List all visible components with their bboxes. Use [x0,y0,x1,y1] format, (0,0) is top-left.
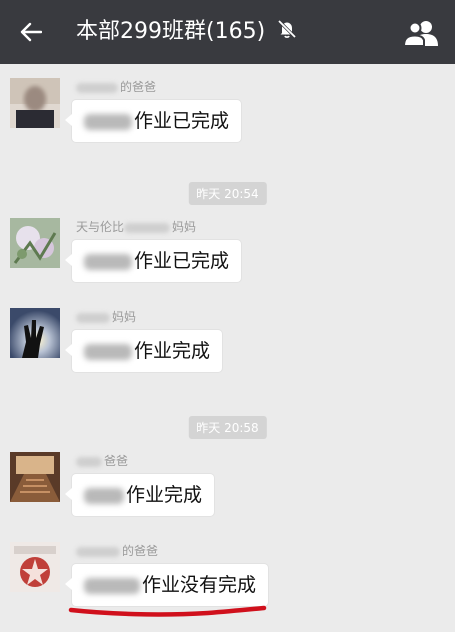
back-button[interactable] [16,14,46,50]
chat-message: 爸爸 作业完成 [10,452,440,542]
message-text: 作业完成 [134,340,211,362]
chat-message: 天与伦比 妈妈 作业已完成 [10,218,440,308]
message-bubble[interactable]: 作业已完成 [64,240,242,282]
sender-name: 天与伦比 妈妈 [76,218,196,236]
sender-name-suffix: 的爸爸 [122,544,159,558]
sender-name-suffix: 妈妈 [112,310,137,324]
group-members-icon [403,21,438,46]
muted-bell-icon [278,19,297,39]
message-bubble[interactable]: 作业已完成 [64,100,242,142]
avatar[interactable] [10,308,60,358]
message-bubble[interactable]: 作业完成 [64,474,215,516]
sender-name-suffix: 爸爸 [104,454,129,468]
sender-name: 妈妈 [76,308,136,326]
chat-message: 的爸爸 作业已完成 [10,78,440,168]
timestamp: 昨天 20:58 [188,416,267,439]
message-text: 作业没有完成 [142,574,257,596]
red-underline-annotation [68,605,267,617]
sender-name-prefix: 天与伦比 [76,220,125,234]
chat-message: 妈妈 作业完成 [10,308,440,398]
group-members-button[interactable] [401,16,441,50]
sender-name-suffix: 的爸爸 [120,80,157,94]
sender-name: 爸爸 [76,452,128,470]
sender-name-suffix: 妈妈 [172,220,197,234]
chat-area[interactable]: 的爸爸 作业已完成 昨天 20:54 天与伦比 妈妈 作业已完成 妈妈 作业完成… [0,64,455,629]
message-text: 作业已完成 [134,110,230,132]
sender-name: 的爸爸 [76,542,158,560]
avatar[interactable] [10,218,60,268]
message-bubble[interactable]: 作业完成 [64,330,223,372]
avatar[interactable] [10,452,60,502]
message-text: 作业已完成 [134,250,230,272]
avatar[interactable] [10,542,60,592]
sender-name: 的爸爸 [76,78,156,96]
chat-title-wrap: 本部299班群(165) [76,17,298,47]
title-bar: 本部299班群(165) [0,0,455,64]
back-arrow-icon [20,22,42,42]
chat-title: 本部299班群(165) [76,19,266,44]
timestamp: 昨天 20:54 [188,182,267,205]
message-text: 作业完成 [126,484,203,506]
avatar[interactable] [10,78,60,128]
